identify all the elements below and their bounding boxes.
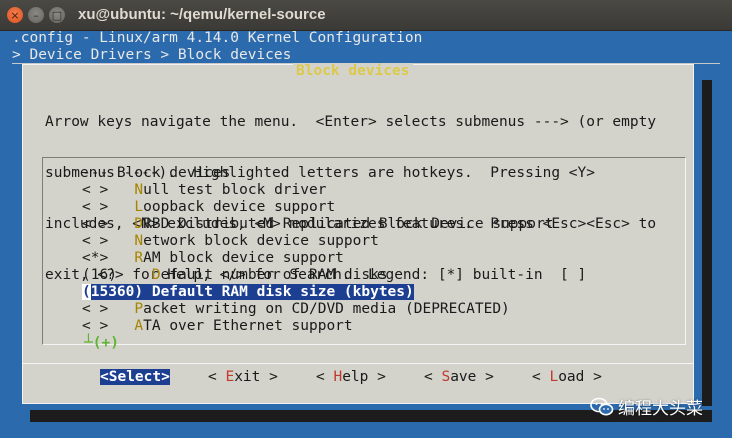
menu-item-ram-block[interactable]: <*> RAM block device support xyxy=(82,250,344,266)
menu-item-label: oopback device support xyxy=(143,199,336,215)
wechat-icon xyxy=(590,397,614,415)
menu-item-label: acket writing on CD/DVD media (DEPRECATE… xyxy=(143,301,510,317)
watermark-text: 编程大头菜 xyxy=(618,399,703,419)
save-button[interactable]: < Save > xyxy=(424,369,494,385)
help-line: Arrow keys navigate the menu. <Enter> se… xyxy=(45,114,657,130)
button-label: xit xyxy=(234,369,261,385)
menu-item-prefix: 15360) xyxy=(90,284,152,300)
button-row-divider xyxy=(23,363,693,364)
bracket-close: > xyxy=(584,369,602,385)
menu-item-prefix: < > xyxy=(82,216,135,232)
minimize-icon[interactable]: – xyxy=(28,7,44,23)
button-label: elect xyxy=(117,369,162,385)
bracket-close: > xyxy=(161,369,170,385)
menu-item-ata-over-ethernet[interactable]: < > ATA over Ethernet support xyxy=(82,318,353,334)
menu-item-ram-disk-size-selected[interactable]: (15360) Default RAM disk size (kbytes) xyxy=(82,284,414,300)
more-items-indicator: ┴(+) xyxy=(84,335,119,351)
bracket-close: > xyxy=(476,369,494,385)
menu-heading: --- Block devices xyxy=(82,165,230,181)
bracket-open: < xyxy=(316,369,334,385)
menu-item-label: TA over Ethernet support xyxy=(143,318,353,334)
menu-item-hotkey: L xyxy=(134,199,144,215)
menu-item-hotkey: P xyxy=(134,301,144,317)
window-title: xu@ubuntu: ~/qemu/kernel-source xyxy=(78,6,326,23)
bracket-open: < xyxy=(208,369,226,385)
bracket-open: < xyxy=(532,369,550,385)
bracket-open: < xyxy=(424,369,442,385)
menu-item-hotkey: A xyxy=(134,318,144,334)
menu-item-hotkey: N xyxy=(134,233,144,249)
menu-item-label: AM block device support xyxy=(143,250,344,266)
menu-item-network-block[interactable]: < > Network block device support xyxy=(82,233,379,249)
config-header: .config - Linux/arm 4.14.0 Kernel Config… xyxy=(12,30,423,46)
button-hotkey: E xyxy=(225,369,235,385)
bracket-close: > xyxy=(368,369,386,385)
menu-item-prefix: < > xyxy=(82,301,135,317)
exit-button[interactable]: < Exit > xyxy=(208,369,278,385)
menu-item-hotkey: N xyxy=(134,182,144,198)
menu-item-ram-disk-count[interactable]: (16) Default number of RAM disks xyxy=(82,267,388,283)
breadcrumb: > Device Drivers > Block devices xyxy=(12,47,292,63)
menu-item-prefix: < > xyxy=(82,182,135,198)
menu-item-hotkey: D xyxy=(134,216,144,232)
bracket-close: > xyxy=(260,369,278,385)
menu-item-prefix: (16) xyxy=(82,267,152,283)
menu-item-hotkey: D xyxy=(151,267,161,283)
menu-item-hotkey: D xyxy=(151,284,161,300)
dialog-shadow-right xyxy=(702,80,712,406)
menu-item-label: RBD Distributed Replicated Block Device … xyxy=(143,216,554,232)
load-button[interactable]: < Load > xyxy=(532,369,602,385)
maximize-icon[interactable]: □ xyxy=(49,7,65,23)
menu-item-prefix: < > xyxy=(82,233,135,249)
button-hotkey: S xyxy=(441,369,451,385)
button-label: elp xyxy=(342,369,369,385)
menu-item-loopback[interactable]: < > Loopback device support xyxy=(82,199,335,215)
menu-item-prefix: <*> xyxy=(82,250,135,266)
menu-item-prefix: --- xyxy=(82,165,117,181)
bracket-open: < xyxy=(100,369,109,385)
menu-item-label: efault RAM disk size (kbytes) xyxy=(160,284,414,300)
window-titlebar: × – □ xu@ubuntu: ~/qemu/kernel-source xyxy=(0,0,732,31)
button-hotkey: H xyxy=(333,369,343,385)
menu-item-label: Block devices xyxy=(116,165,231,181)
menu-item-packet-writing[interactable]: < > Packet writing on CD/DVD media (DEPR… xyxy=(82,301,510,317)
text-cursor: ( xyxy=(82,284,91,300)
select-button[interactable]: <Select> xyxy=(100,369,170,385)
menu-item-hotkey: R xyxy=(134,250,144,266)
button-hotkey: L xyxy=(549,369,559,385)
dialog-title: Block devices xyxy=(293,63,413,79)
close-icon[interactable]: × xyxy=(7,7,23,23)
menu-item-label: efault number of RAM disks xyxy=(160,267,388,283)
menu-item-prefix: < > xyxy=(82,199,135,215)
help-button[interactable]: < Help > xyxy=(316,369,386,385)
button-label: ave xyxy=(450,369,477,385)
menu-item-prefix: < > xyxy=(82,318,135,334)
watermark: 编程大头菜 xyxy=(590,394,703,419)
menu-item-label: etwork block device support xyxy=(143,233,379,249)
menu-item-label: ull test block driver xyxy=(143,182,327,198)
menu-item-drbd[interactable]: < > DRBD Distributed Replicated Block De… xyxy=(82,216,553,232)
menu-item-null-test[interactable]: < > Null test block driver xyxy=(82,182,326,198)
button-label: oad xyxy=(558,369,585,385)
